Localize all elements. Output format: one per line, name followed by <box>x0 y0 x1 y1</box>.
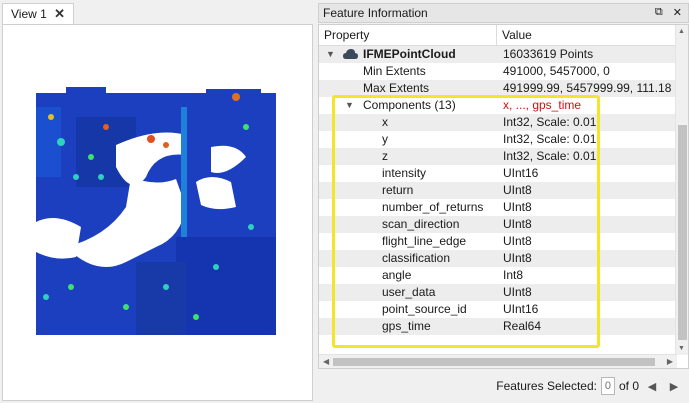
table-row[interactable]: classification UInt8 <box>319 250 677 267</box>
table-row[interactable]: flight_line_edge UInt8 <box>319 233 677 250</box>
table-row[interactable]: return UInt8 <box>319 182 677 199</box>
tab-label: View 1 <box>11 7 47 21</box>
panel-title-bar: Feature Information ⧉ ✕ <box>318 3 689 23</box>
features-selected-label: Features Selected: <box>496 379 597 393</box>
row-value: Int32, Scale: 0.01 <box>503 149 597 163</box>
point-cloud-render <box>36 87 276 335</box>
scroll-left-icon[interactable]: ◀ <box>323 357 329 366</box>
close-icon[interactable]: ✕ <box>54 6 65 22</box>
vertical-scrollbar[interactable]: ▲ ▼ <box>675 25 688 355</box>
row-value: Int32, Scale: 0.01 <box>503 132 597 146</box>
app-window: View 1 ✕ Feature Information ⧉ ✕ Propert… <box>0 0 689 403</box>
table-row[interactable]: angle Int8 <box>319 267 677 284</box>
row-property: Min Extents <box>363 64 426 78</box>
table-row[interactable]: scan_direction UInt8 <box>319 216 677 233</box>
table-row[interactable]: Max Extents 491999.99, 5457999.99, 111.1… <box>319 80 677 97</box>
table-row[interactable]: gps_time Real64 <box>319 318 677 335</box>
tab-view-1[interactable]: View 1 ✕ <box>2 3 74 24</box>
panel-title: Feature Information <box>323 6 428 20</box>
table-row[interactable]: Min Extents 491000, 5457000, 0 <box>319 63 677 80</box>
row-value: x, ..., gps_time <box>503 98 582 112</box>
view-canvas[interactable] <box>2 24 313 401</box>
row-value: Real64 <box>503 319 542 333</box>
row-value: UInt8 <box>503 200 532 214</box>
table-row[interactable]: z Int32, Scale: 0.01 <box>319 148 677 165</box>
chevron-down-icon[interactable]: ▼ <box>345 97 354 114</box>
feature-information-panel: Feature Information ⧉ ✕ Property Value ▼… <box>318 0 689 403</box>
row-property: intensity <box>382 166 427 180</box>
row-value: UInt8 <box>503 234 532 248</box>
chevron-down-icon[interactable]: ▼ <box>326 46 335 63</box>
table-body: ▼ IFMEPointCloud 16033619 Points Min Ext… <box>319 46 677 351</box>
row-property: IFMEPointCloud <box>363 47 456 61</box>
row-property: Components (13) <box>363 98 456 112</box>
row-property: user_data <box>382 285 436 299</box>
feature-info-table: Property Value ▼ IFMEPointCloud 16033619… <box>318 24 689 369</box>
horizontal-scroll-thumb[interactable] <box>333 358 655 366</box>
table-row[interactable]: ▼ IFMEPointCloud 16033619 Points <box>319 46 677 63</box>
row-value: Int32, Scale: 0.01 <box>503 115 597 129</box>
table-row[interactable]: ▼ Components (13) x, ..., gps_time <box>319 97 677 114</box>
selection-footer: Features Selected: 0 of 0 ◀ ▶ <box>318 372 689 400</box>
cloud-icon <box>343 49 358 59</box>
column-header-value[interactable]: Value <box>497 25 677 46</box>
scroll-right-icon[interactable]: ▶ <box>667 357 673 366</box>
row-value: UInt8 <box>503 251 532 265</box>
table-row[interactable]: number_of_returns UInt8 <box>319 199 677 216</box>
row-property: scan_direction <box>382 217 460 231</box>
row-value: UInt16 <box>503 302 539 316</box>
selected-index-field[interactable]: 0 <box>600 377 615 395</box>
row-property: angle <box>382 268 412 282</box>
row-value: UInt8 <box>503 183 532 197</box>
table-row[interactable]: user_data UInt8 <box>319 284 677 301</box>
row-value: 491999.99, 5457999.99, 111.18 <box>503 81 672 95</box>
next-feature-button[interactable]: ▶ <box>665 380 683 393</box>
row-property: return <box>382 183 414 197</box>
row-value: UInt8 <box>503 285 532 299</box>
row-property: number_of_returns <box>382 200 484 214</box>
row-property: x <box>382 115 388 129</box>
row-property: gps_time <box>382 319 431 333</box>
table-header: Property Value <box>319 25 677 46</box>
column-header-property[interactable]: Property <box>319 25 497 46</box>
scroll-down-icon[interactable]: ▼ <box>678 345 685 352</box>
row-property: flight_line_edge <box>382 234 467 248</box>
row-property: Max Extents <box>363 81 430 95</box>
row-property: y <box>382 132 388 146</box>
row-property: classification <box>382 251 451 265</box>
row-value: UInt16 <box>503 166 539 180</box>
vertical-scroll-thumb[interactable] <box>678 125 687 340</box>
table-row[interactable]: x Int32, Scale: 0.01 <box>319 114 677 131</box>
row-property: point_source_id <box>382 302 467 316</box>
row-value: UInt8 <box>503 217 532 231</box>
horizontal-scrollbar[interactable]: ◀ ▶ <box>319 354 677 368</box>
table-row[interactable]: point_source_id UInt16 <box>319 301 677 318</box>
close-icon[interactable]: ✕ <box>673 6 682 19</box>
row-value: 16033619 Points <box>503 47 594 61</box>
row-value: Int8 <box>503 268 524 282</box>
restore-icon[interactable]: ⧉ <box>655 6 663 19</box>
view-tabbar: View 1 ✕ <box>0 0 313 24</box>
total-count-label: of 0 <box>618 379 639 393</box>
table-row[interactable]: intensity UInt16 <box>319 165 677 182</box>
row-value: 491000, 5457000, 0 <box>503 64 610 78</box>
scroll-up-icon[interactable]: ▲ <box>678 28 685 35</box>
table-row[interactable]: y Int32, Scale: 0.01 <box>319 131 677 148</box>
previous-feature-button[interactable]: ◀ <box>643 380 661 393</box>
row-property: z <box>382 149 388 163</box>
